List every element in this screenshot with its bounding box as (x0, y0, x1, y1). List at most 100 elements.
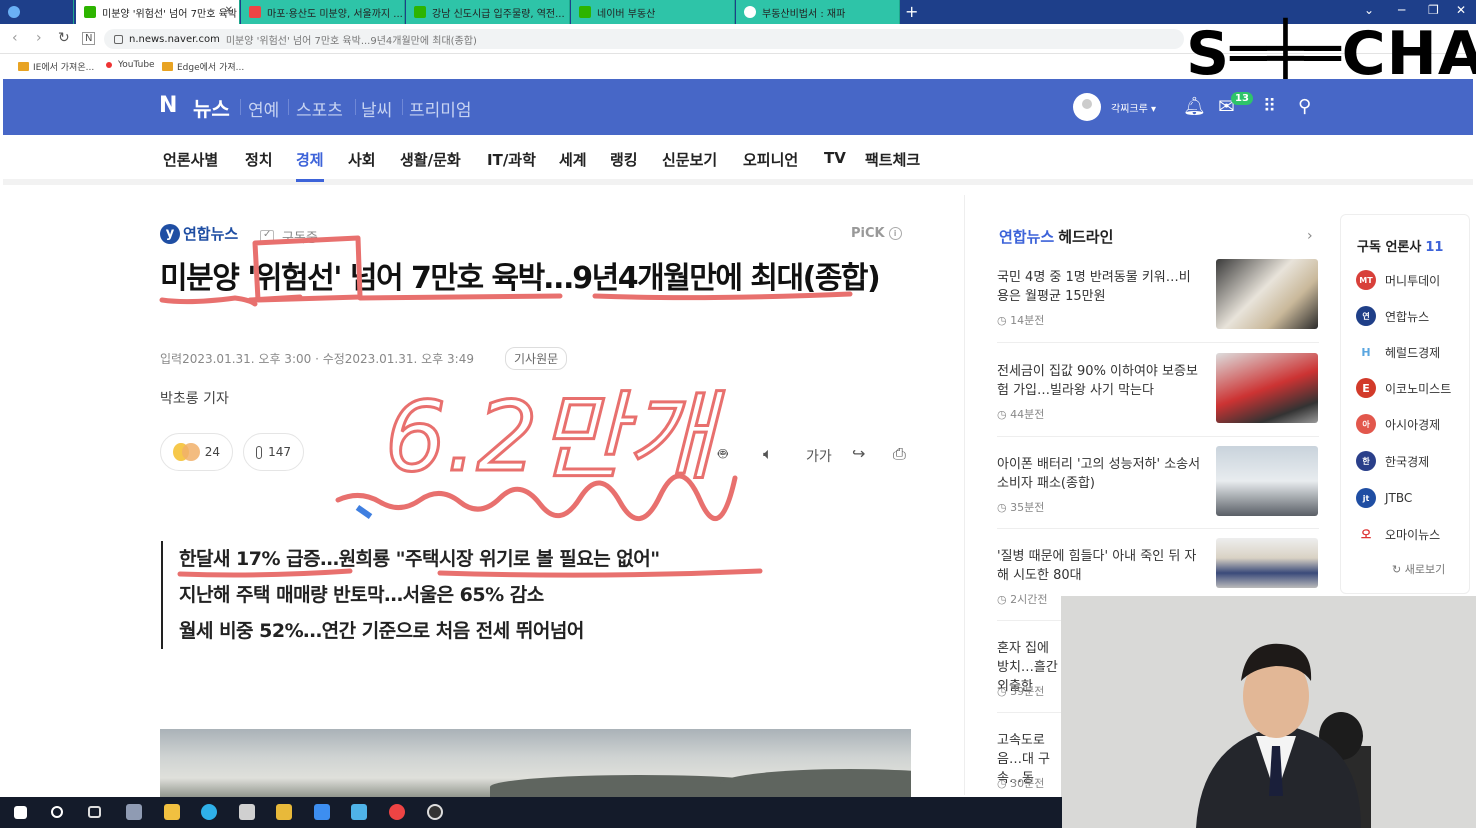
headline-item[interactable]: 국민 4명 중 1명 반려동물 키워…비용은 월평균 15만원 14분전 (997, 259, 1318, 340)
close-window-icon[interactable]: ✕ (1456, 3, 1466, 17)
topnav-weather[interactable]: 날씨 (361, 96, 392, 121)
press-item[interactable]: 연 연합뉴스 (1356, 306, 1429, 326)
file-explorer-icon[interactable] (164, 804, 180, 820)
press-item[interactable]: 오 오마이뉴스 (1356, 524, 1440, 544)
headlines-title[interactable]: 연합뉴스 헤드라인 (999, 226, 1113, 247)
press-item[interactable]: MT 머니투데이 (1356, 270, 1440, 290)
browser-tab-2[interactable]: 마포·용산도 미분양, 서울까지 ... (241, 0, 405, 24)
bookmark-label: YouTube (118, 60, 155, 70)
calculator-icon[interactable] (126, 804, 142, 820)
youtube-icon (106, 62, 112, 68)
bell-icon[interactable]: 🔔︎ (1183, 96, 1206, 117)
section-tab[interactable]: 팩트체크 (865, 149, 920, 170)
bookmark-item[interactable]: IE에서 가져온... (18, 60, 94, 73)
pick-badge[interactable]: PiCK i (851, 226, 902, 241)
topnav-premium[interactable]: 프리미엄 (409, 96, 472, 121)
windows-start-icon[interactable] (14, 806, 27, 819)
press-item[interactable]: E 이코노미스트 (1356, 378, 1451, 398)
apps-grid-icon[interactable]: ⠿ (1263, 96, 1276, 117)
print-icon[interactable]: ⎙ (893, 444, 906, 464)
press-item-label: 헤럴드경제 (1385, 345, 1441, 360)
press-item[interactable]: jt JTBC (1356, 488, 1412, 508)
press-item[interactable]: H 헤럴드경제 (1356, 342, 1440, 362)
section-tab[interactable]: 정치 (245, 149, 273, 170)
naver-logo[interactable]: N (159, 93, 177, 118)
bird-app-icon[interactable] (351, 804, 367, 820)
robot-summary-icon[interactable]: 🤖︎ (718, 444, 728, 466)
headline-time: 14분전 (997, 312, 1044, 328)
close-icon[interactable]: ✕ (225, 5, 233, 16)
article-headline: 미분양 '위험선' 넘어 7만호 육박…9년4개월만에 최대(종합) (160, 261, 881, 296)
section-tab[interactable]: TV (824, 149, 846, 167)
reaction-button[interactable]: 24 (160, 433, 233, 471)
section-tab[interactable]: 생활/문화 (400, 149, 461, 170)
favicon-icon (744, 6, 756, 18)
forward-icon[interactable]: › (36, 30, 42, 46)
bookmark-label: IE에서 가져온... (33, 63, 95, 73)
new-tab-button[interactable]: + (905, 2, 918, 21)
refresh-button[interactable]: ↻ 새로보기 (1392, 561, 1445, 577)
section-tab[interactable]: 오피니언 (743, 149, 798, 170)
bookmark-item[interactable]: Edge에서 가져... (162, 60, 244, 73)
press-logo-icon: 오 (1356, 524, 1376, 544)
pick-label: PiCK (851, 226, 885, 241)
topnav-entertainment[interactable]: 연예 (248, 96, 279, 121)
emoji-icon (173, 443, 200, 461)
headline-item[interactable]: 전세금이 집값 90% 이하여야 보증보험 가입…빌라왕 사기 막는다 44분전 (997, 353, 1318, 434)
username-menu[interactable]: 각찌크루 ▾ (1111, 100, 1156, 115)
url-input[interactable]: n.news.naver.com 미분양 '위험선' 넘어 7만호 육박...9… (104, 29, 1184, 49)
section-tab[interactable]: 사회 (348, 149, 376, 170)
section-tab-active[interactable]: 경제 (296, 149, 324, 182)
minimize-icon[interactable]: ─ (1398, 3, 1405, 17)
share-icon[interactable]: ↪ (852, 444, 865, 463)
browser-tab-3[interactable]: 강남 신도시급 입주물량, 역전... (406, 0, 570, 24)
obs-icon[interactable] (427, 804, 443, 820)
reload-icon[interactable]: ↻ (58, 30, 70, 46)
chevron-right-icon[interactable]: › (1307, 228, 1313, 244)
press-name: 연합뉴스 (183, 225, 239, 243)
reporter-name[interactable]: 박초롱 기자 (160, 388, 229, 408)
headlines-label: 헤드라인 (1058, 228, 1114, 246)
edge-icon[interactable] (201, 804, 217, 820)
speaker-icon[interactable]: 🔈︎ (763, 444, 773, 464)
chrome-icon[interactable] (389, 804, 405, 820)
section-tab[interactable]: 세계 (559, 149, 587, 170)
press-item[interactable]: 한 한국경제 (1356, 451, 1429, 471)
section-tab[interactable]: 언론사별 (163, 149, 218, 170)
original-article-button[interactable]: 기사원문 (505, 347, 568, 370)
press-logo-icon: jt (1356, 488, 1376, 508)
headline-time: 35분전 (997, 499, 1044, 515)
press-item[interactable]: 아 아시아경제 (1356, 414, 1440, 434)
naver-favicon-icon (414, 6, 426, 18)
topnav-sports[interactable]: 스포츠 (296, 96, 343, 121)
restore-icon[interactable]: ❐ (1428, 3, 1439, 17)
browser-tab-1[interactable]: 미분양 '위험선' 넘어 7만호 육박 ✕ (76, 0, 240, 24)
chevron-down-icon[interactable]: ⌄ (1364, 3, 1374, 17)
browser-tab-4[interactable]: 네이버 부동산 (571, 0, 735, 24)
headline-text: 국민 4명 중 1명 반려동물 키워…비용은 월평균 15만원 (997, 270, 1191, 304)
mail-app-icon[interactable] (314, 804, 330, 820)
back-icon[interactable]: ‹ (12, 30, 18, 46)
snipping-tool-icon[interactable] (239, 804, 255, 820)
search-icon[interactable]: ⚲ (1298, 96, 1311, 117)
subscribe-button[interactable]: 구독중 (260, 227, 318, 246)
search-icon[interactable] (51, 806, 63, 818)
section-tab[interactable]: IT/과학 (487, 149, 536, 170)
section-tab[interactable]: 신문보기 (662, 149, 717, 170)
press-logo[interactable]: y 연합뉴스 (160, 223, 238, 244)
avatar[interactable] (1073, 93, 1101, 121)
comment-button[interactable]: 147 (243, 433, 304, 471)
pen-app-icon[interactable] (276, 804, 292, 820)
article-meta: 입력2023.01.31. 오후 3:00 · 수정2023.01.31. 오후… (160, 352, 474, 366)
check-icon (260, 229, 274, 244)
news-section-title[interactable]: 뉴스 (193, 93, 230, 122)
bookmark-item[interactable]: YouTube (106, 60, 155, 70)
task-view-icon[interactable] (88, 806, 101, 818)
press-logo-icon: H (1356, 342, 1376, 362)
browser-tab-5[interactable]: 부동산비법서 : 재파 (736, 0, 900, 24)
browser-menu-icon[interactable] (0, 0, 74, 24)
section-tab[interactable]: 랭킹 (610, 149, 638, 170)
font-size-button[interactable]: 가가 (806, 446, 832, 466)
naver-button-icon[interactable]: N (82, 32, 96, 45)
headline-item[interactable]: 아이폰 배터리 '고의 성능저하' 소송서 소비자 패소(종합) 35분전 (997, 446, 1318, 527)
